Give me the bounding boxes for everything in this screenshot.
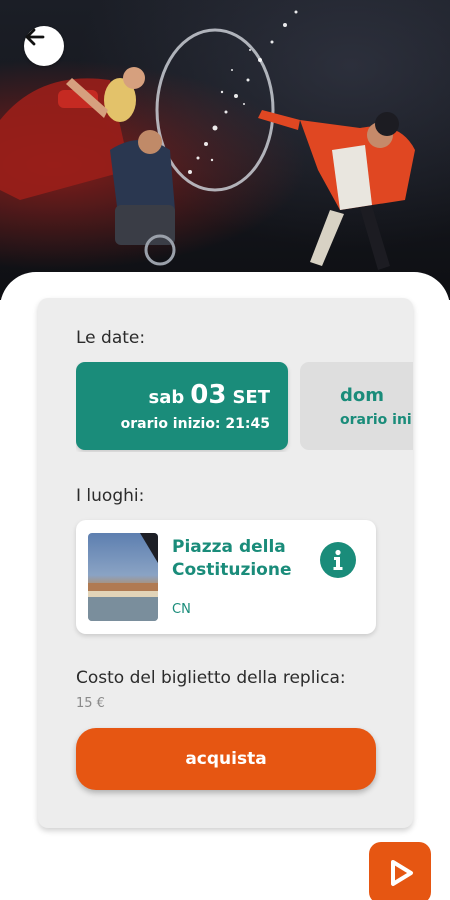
play-icon	[391, 860, 413, 886]
back-button[interactable]	[24, 26, 64, 66]
date-dow: sab	[148, 387, 185, 408]
dates-label: Le date:	[76, 328, 146, 348]
ticket-cost-value: 15 €	[76, 696, 105, 711]
venue-photo-image	[88, 533, 158, 621]
time-label: orario inizio:	[120, 416, 221, 432]
arrow-left-icon	[25, 28, 45, 46]
venue-name: Piazza della Costituzione	[172, 537, 292, 580]
info-icon	[333, 549, 343, 570]
buy-button[interactable]: acquista	[76, 728, 376, 790]
performers-illustration	[0, 10, 415, 270]
date-day: 03	[190, 380, 227, 410]
date-month: SET	[232, 387, 270, 408]
hero-image	[0, 0, 450, 300]
venues-label: I luoghi:	[76, 486, 145, 506]
venue-info-button[interactable]	[320, 542, 356, 578]
ticket-cost-label: Costo del biglietto della replica:	[76, 668, 346, 688]
time-label: orario ini	[340, 411, 412, 428]
date-chip[interactable]: dom orario ini	[300, 362, 413, 450]
date-dow: dom	[340, 384, 385, 406]
time-value: 21:45	[225, 416, 270, 432]
play-button[interactable]	[369, 842, 431, 900]
venue-card[interactable]: Piazza della Costituzione CN	[76, 520, 376, 634]
date-chip-selected[interactable]: sab 03 SET orario inizio: 21:45	[76, 362, 288, 450]
dates-carousel[interactable]: sab 03 SET orario inizio: 21:45 dom orar…	[76, 362, 413, 452]
event-info-card: Le date: sab 03 SET orario inizio: 21:45…	[38, 298, 413, 828]
venue-province: CN	[172, 602, 191, 617]
venue-photo	[88, 533, 158, 621]
